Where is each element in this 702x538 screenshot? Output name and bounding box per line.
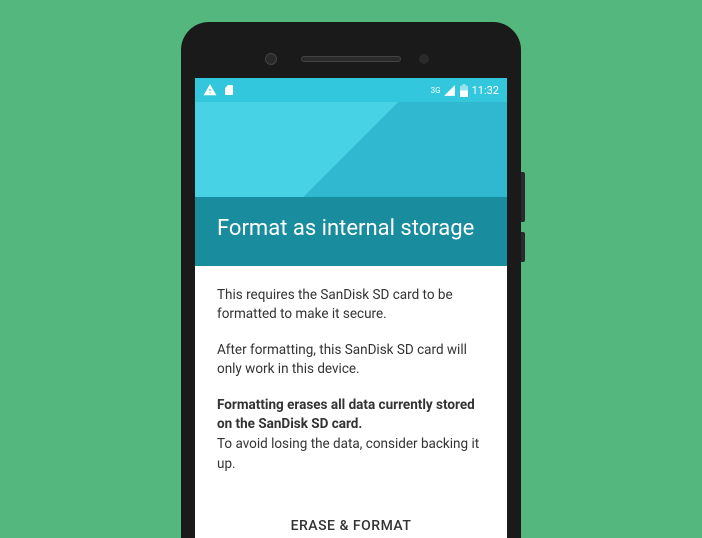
erase-format-button[interactable]: ERASE & FORMAT bbox=[195, 510, 507, 538]
paragraph-2: After formatting, this SanDisk SD card w… bbox=[217, 341, 485, 380]
network-type: 3G bbox=[431, 86, 441, 95]
warning-rest: To avoid losing the data, consider backi… bbox=[217, 436, 479, 472]
phone-earpiece bbox=[195, 40, 507, 78]
sensor-dot bbox=[265, 53, 277, 65]
warning-icon bbox=[203, 83, 217, 97]
page-title: Format as internal storage bbox=[195, 197, 507, 266]
clock: 11:32 bbox=[472, 84, 499, 97]
front-camera bbox=[419, 54, 429, 64]
status-bar: 3G 11:32 bbox=[195, 78, 507, 102]
power-button bbox=[521, 232, 525, 262]
content-body: This requires the SanDisk SD card to be … bbox=[195, 266, 507, 511]
paragraph-1: This requires the SanDisk SD card to be … bbox=[217, 286, 485, 325]
phone-frame: 3G 11:32 Format as internal storage This… bbox=[181, 22, 521, 538]
header-hero bbox=[195, 102, 507, 197]
sd-card-icon bbox=[223, 83, 235, 97]
screen: 3G 11:32 Format as internal storage This… bbox=[195, 78, 507, 538]
battery-icon bbox=[460, 84, 468, 97]
warning-bold: Formatting erases all data currently sto… bbox=[217, 397, 475, 433]
signal-icon bbox=[443, 84, 456, 97]
speaker-grille bbox=[301, 56, 401, 62]
volume-button bbox=[521, 172, 525, 222]
paragraph-3: Formatting erases all data currently sto… bbox=[217, 396, 485, 474]
